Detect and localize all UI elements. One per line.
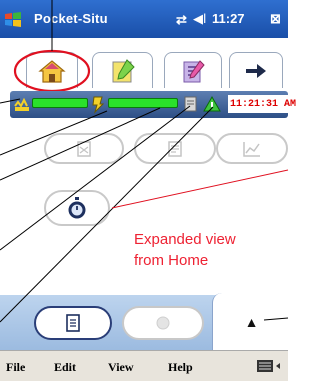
annotation-lines — [0, 98, 289, 323]
